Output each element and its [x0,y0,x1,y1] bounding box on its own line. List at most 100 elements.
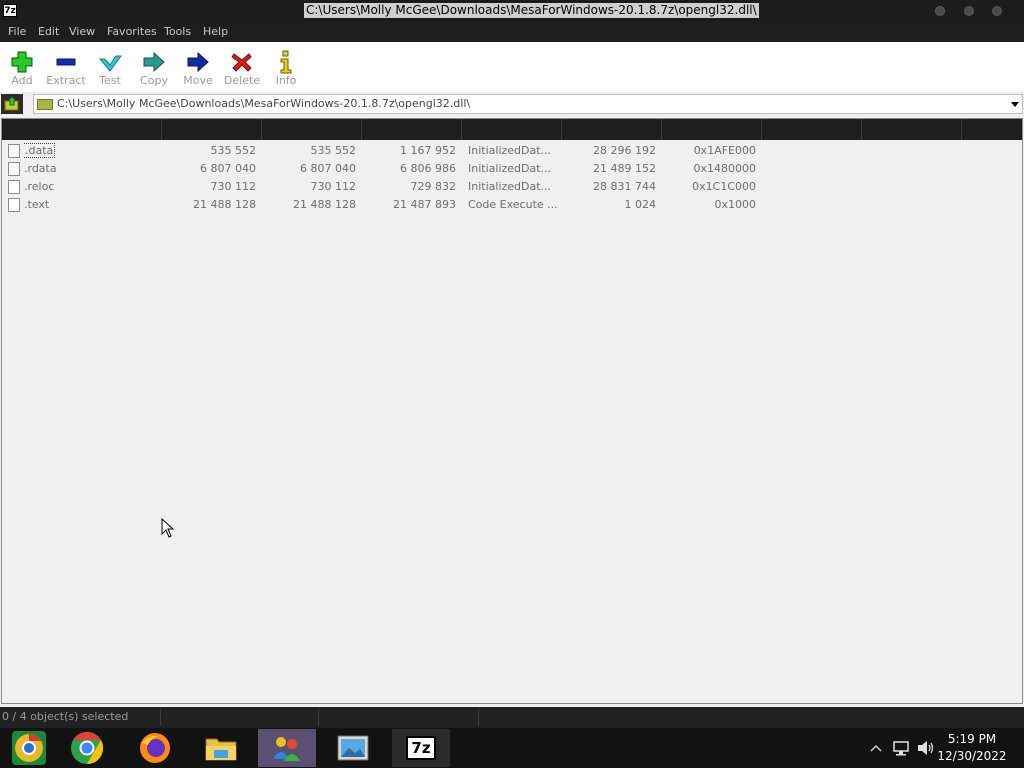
menu-file[interactable]: File [8,25,26,39]
file-packed-size: 535 552 [310,144,357,157]
show-hidden-icons-icon[interactable] [870,744,882,752]
delete-x-icon [231,53,252,72]
file-icon [8,198,20,212]
file-virtual-size: 21 487 893 [393,198,456,211]
file-name: .data [24,143,56,158]
taskbar-chrome-browser[interactable] [58,729,116,767]
taskbar-photo-viewer[interactable] [324,729,382,767]
taskbar-people-app[interactable] [258,729,316,767]
column-header-name[interactable] [2,119,162,140]
file-size: 6 807 040 [200,162,256,175]
copy-arrow-icon [143,51,165,73]
file-offset: 28 296 192 [593,144,656,157]
address-path: C:\Users\Molly McGee\Downloads\MesaForWi… [57,97,471,110]
file-offset: 28 831 744 [593,180,656,193]
file-packed-size: 21 488 128 [293,198,356,211]
toolbar: Add Extract Test Copy Move Delete Info [0,42,1024,92]
photo-viewer-icon [337,735,369,761]
move-arrow-icon [187,51,209,73]
column-header-extra-2[interactable] [862,119,962,140]
column-header-characteristics[interactable] [462,119,562,140]
menu-bar: File Edit View Favorites Tools Help [0,22,1024,42]
file-icon [8,144,20,158]
info-button[interactable]: Info [264,46,308,90]
taskbar-firefox[interactable] [126,729,184,767]
checkmark-icon [98,55,122,72]
taskbar-7zip[interactable]: 7z [392,729,450,767]
file-characteristics: InitializedDat... [468,144,552,157]
7zip-icon: 7z [406,736,436,760]
column-header-offset[interactable] [562,119,662,140]
file-explorer-icon [205,738,237,761]
file-characteristics: Code Execute ... [468,198,558,211]
address-bar: C:\Users\Molly McGee\Downloads\MesaForWi… [0,93,1024,115]
table-row[interactable]: .data 535 552 535 552 1 167 952 Initiali… [2,142,1022,160]
title-bar: 7z C:\Users\Molly McGee\Downloads\MesaFo… [0,0,1024,22]
file-packed-size: 6 807 040 [300,162,356,175]
info-label: Info [275,74,297,87]
menu-view[interactable]: View [69,25,95,39]
minus-icon [56,58,76,66]
7zip-app-icon[interactable]: 7z [3,4,17,17]
file-icon [8,180,20,194]
firefox-icon [140,733,170,763]
chrome-icon [12,731,46,765]
file-icon [8,162,20,176]
close-button[interactable] [992,6,1002,16]
file-size: 730 112 [210,180,257,193]
taskbar-chrome-app[interactable] [0,729,58,767]
taskbar-file-explorer[interactable] [192,729,250,767]
address-input[interactable]: C:\Users\Molly McGee\Downloads\MesaForWi… [33,94,1023,114]
people-icon [273,737,300,761]
folder-up-icon [4,96,19,111]
file-characteristics: InitializedDat... [468,162,552,175]
clock[interactable]: 5:19 PM 12/30/2022 [932,731,1012,765]
network-icon[interactable] [893,740,909,756]
table-row[interactable]: .reloc 730 112 730 112 729 832 Initializ… [2,178,1022,196]
maximize-button[interactable] [964,6,974,16]
menu-favorites[interactable]: Favorites [107,25,157,39]
menu-edit[interactable]: Edit [38,25,59,39]
clock-date: 12/30/2022 [937,749,1007,763]
file-list[interactable]: .data 535 552 535 552 1 167 952 Initiali… [1,118,1023,704]
status-bar: 0 / 4 object(s) selected [0,707,1024,728]
window-title: C:\Users\Molly McGee\Downloads\MesaForWi… [304,3,759,18]
taskbar: 7z 5:19 PM 12/30/2022 [0,728,1024,768]
column-header-virtual-size[interactable] [362,119,462,140]
menu-help[interactable]: Help [203,25,228,39]
file-size: 535 552 [210,144,257,157]
file-offset: 1 024 [624,198,657,211]
file-size: 21 488 128 [193,198,256,211]
file-virtual-size: 6 806 986 [400,162,456,175]
file-virtual-size: 1 167 952 [400,144,456,157]
list-header [2,119,1022,140]
file-va: 0x1000 [714,198,756,211]
folder-icon [37,99,53,110]
column-header-extra-1[interactable] [762,119,862,140]
file-name: .rdata [24,162,57,175]
file-va: 0x1480000 [693,162,757,175]
file-va: 0x1C1C000 [692,180,756,193]
table-row[interactable]: .text 21 488 128 21 488 128 21 487 893 C… [2,196,1022,214]
mouse-cursor-icon [161,518,175,538]
selection-status: 0 / 4 object(s) selected [2,710,129,723]
file-name: .text [24,198,50,211]
table-row[interactable]: .rdata 6 807 040 6 807 040 6 806 986 Ini… [2,160,1022,178]
menu-tools[interactable]: Tools [164,25,191,39]
file-offset: 21 489 152 [593,162,656,175]
file-packed-size: 730 112 [310,180,357,193]
status-divider [160,709,161,726]
column-header-size[interactable] [162,119,262,140]
minimize-button[interactable] [935,6,945,16]
file-characteristics: InitializedDat... [468,180,552,193]
chevron-down-icon[interactable] [1011,102,1019,107]
file-name: .reloc [24,180,55,193]
status-divider [318,709,319,726]
column-header-va[interactable] [662,119,762,140]
file-virtual-size: 729 832 [410,180,457,193]
folder-up-button[interactable] [1,94,23,114]
column-header-packed-size[interactable] [262,119,362,140]
clock-time: 5:19 PM [947,732,997,746]
chrome-icon [71,731,104,765]
status-divider [478,709,479,726]
